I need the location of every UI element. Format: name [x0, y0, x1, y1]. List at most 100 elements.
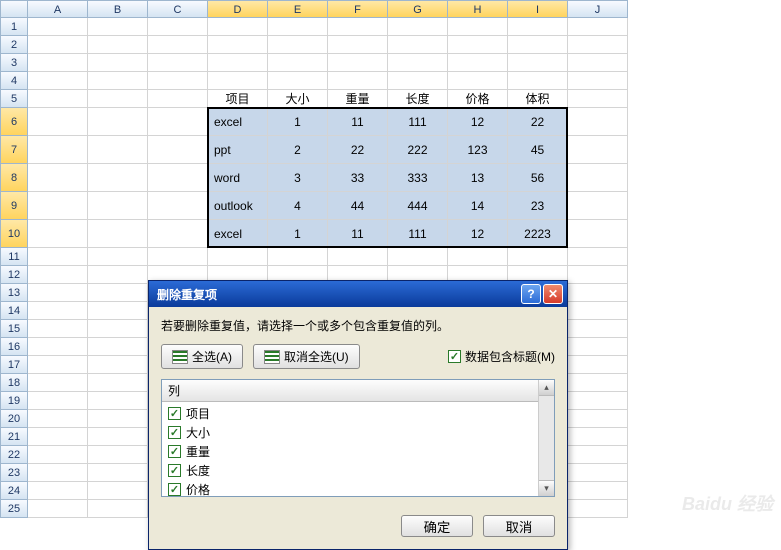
- cell[interactable]: [148, 192, 208, 220]
- row-header-6[interactable]: 6: [0, 108, 28, 136]
- cell[interactable]: [148, 136, 208, 164]
- cell[interactable]: [268, 18, 328, 36]
- cell[interactable]: [28, 338, 88, 356]
- cell[interactable]: [88, 72, 148, 90]
- cell[interactable]: [568, 428, 628, 446]
- cell[interactable]: [148, 108, 208, 136]
- cell[interactable]: [568, 248, 628, 266]
- cell[interactable]: 44: [328, 192, 388, 220]
- cell[interactable]: [148, 18, 208, 36]
- cell[interactable]: 123: [448, 136, 508, 164]
- cell[interactable]: [88, 54, 148, 72]
- cell[interactable]: 22: [508, 108, 568, 136]
- cell[interactable]: [568, 464, 628, 482]
- cell[interactable]: [148, 90, 208, 108]
- cell[interactable]: [28, 18, 88, 36]
- cell[interactable]: [28, 320, 88, 338]
- cell[interactable]: [28, 54, 88, 72]
- cell[interactable]: [328, 72, 388, 90]
- cell[interactable]: 333: [388, 164, 448, 192]
- row-header-17[interactable]: 17: [0, 356, 28, 374]
- cell[interactable]: 2: [268, 136, 328, 164]
- columns-listbox[interactable]: 列 ✓项目✓大小✓重量✓长度✓价格 ▴ ▾: [161, 379, 555, 497]
- column-header-C[interactable]: C: [148, 0, 208, 18]
- cell[interactable]: [28, 72, 88, 90]
- cell[interactable]: [568, 36, 628, 54]
- cell[interactable]: [568, 284, 628, 302]
- cell[interactable]: [28, 192, 88, 220]
- cell[interactable]: [568, 220, 628, 248]
- cell[interactable]: [88, 428, 148, 446]
- cell[interactable]: 体积: [508, 90, 568, 108]
- cell[interactable]: [28, 36, 88, 54]
- column-header-H[interactable]: H: [448, 0, 508, 18]
- cell[interactable]: 重量: [328, 90, 388, 108]
- cell[interactable]: [88, 320, 148, 338]
- cell[interactable]: 12: [448, 220, 508, 248]
- list-item[interactable]: ✓价格: [168, 480, 548, 497]
- column-header-J[interactable]: J: [568, 0, 628, 18]
- cell[interactable]: [88, 374, 148, 392]
- cell[interactable]: word: [208, 164, 268, 192]
- cell[interactable]: 14: [448, 192, 508, 220]
- dialog-titlebar[interactable]: 删除重复项 ? ✕: [149, 281, 567, 307]
- cell[interactable]: 45: [508, 136, 568, 164]
- cell[interactable]: 23: [508, 192, 568, 220]
- cell[interactable]: [508, 54, 568, 72]
- ok-button[interactable]: 确定: [401, 515, 473, 537]
- cell[interactable]: 111: [388, 108, 448, 136]
- row-header-18[interactable]: 18: [0, 374, 28, 392]
- select-all-corner[interactable]: [0, 0, 28, 18]
- row-header-9[interactable]: 9: [0, 192, 28, 220]
- has-headers-checkbox[interactable]: ✓: [448, 350, 461, 363]
- cell[interactable]: [388, 36, 448, 54]
- cell[interactable]: 大小: [268, 90, 328, 108]
- cell[interactable]: [508, 18, 568, 36]
- cell[interactable]: [28, 220, 88, 248]
- cell[interactable]: [28, 410, 88, 428]
- row-header-7[interactable]: 7: [0, 136, 28, 164]
- cell[interactable]: 1: [268, 220, 328, 248]
- row-header-1[interactable]: 1: [0, 18, 28, 36]
- cell[interactable]: [28, 500, 88, 518]
- cell[interactable]: [88, 18, 148, 36]
- cell[interactable]: [28, 302, 88, 320]
- cell[interactable]: [328, 248, 388, 266]
- cell[interactable]: [568, 338, 628, 356]
- cell[interactable]: [568, 90, 628, 108]
- cell[interactable]: [88, 500, 148, 518]
- cell[interactable]: [208, 36, 268, 54]
- cell[interactable]: [148, 220, 208, 248]
- cell[interactable]: 3: [268, 164, 328, 192]
- row-header-25[interactable]: 25: [0, 500, 28, 518]
- cell[interactable]: [388, 54, 448, 72]
- cell[interactable]: 444: [388, 192, 448, 220]
- cell[interactable]: [328, 36, 388, 54]
- cell[interactable]: [448, 248, 508, 266]
- cell[interactable]: [568, 54, 628, 72]
- cell[interactable]: [268, 72, 328, 90]
- cell[interactable]: 长度: [388, 90, 448, 108]
- cell[interactable]: [148, 164, 208, 192]
- cancel-button[interactable]: 取消: [483, 515, 555, 537]
- column-checkbox[interactable]: ✓: [168, 464, 181, 477]
- cell[interactable]: [88, 482, 148, 500]
- cell[interactable]: [88, 338, 148, 356]
- cell[interactable]: 22: [328, 136, 388, 164]
- cell[interactable]: [568, 410, 628, 428]
- cell[interactable]: [568, 482, 628, 500]
- cell[interactable]: excel: [208, 220, 268, 248]
- cell[interactable]: [88, 90, 148, 108]
- column-header-A[interactable]: A: [28, 0, 88, 18]
- row-header-13[interactable]: 13: [0, 284, 28, 302]
- cell[interactable]: [568, 108, 628, 136]
- cell[interactable]: 12: [448, 108, 508, 136]
- column-header-G[interactable]: G: [388, 0, 448, 18]
- select-all-button[interactable]: 全选(A): [161, 344, 243, 369]
- cell[interactable]: [28, 90, 88, 108]
- cell[interactable]: [88, 248, 148, 266]
- row-header-16[interactable]: 16: [0, 338, 28, 356]
- column-header-I[interactable]: I: [508, 0, 568, 18]
- cell[interactable]: [28, 108, 88, 136]
- cell[interactable]: [208, 72, 268, 90]
